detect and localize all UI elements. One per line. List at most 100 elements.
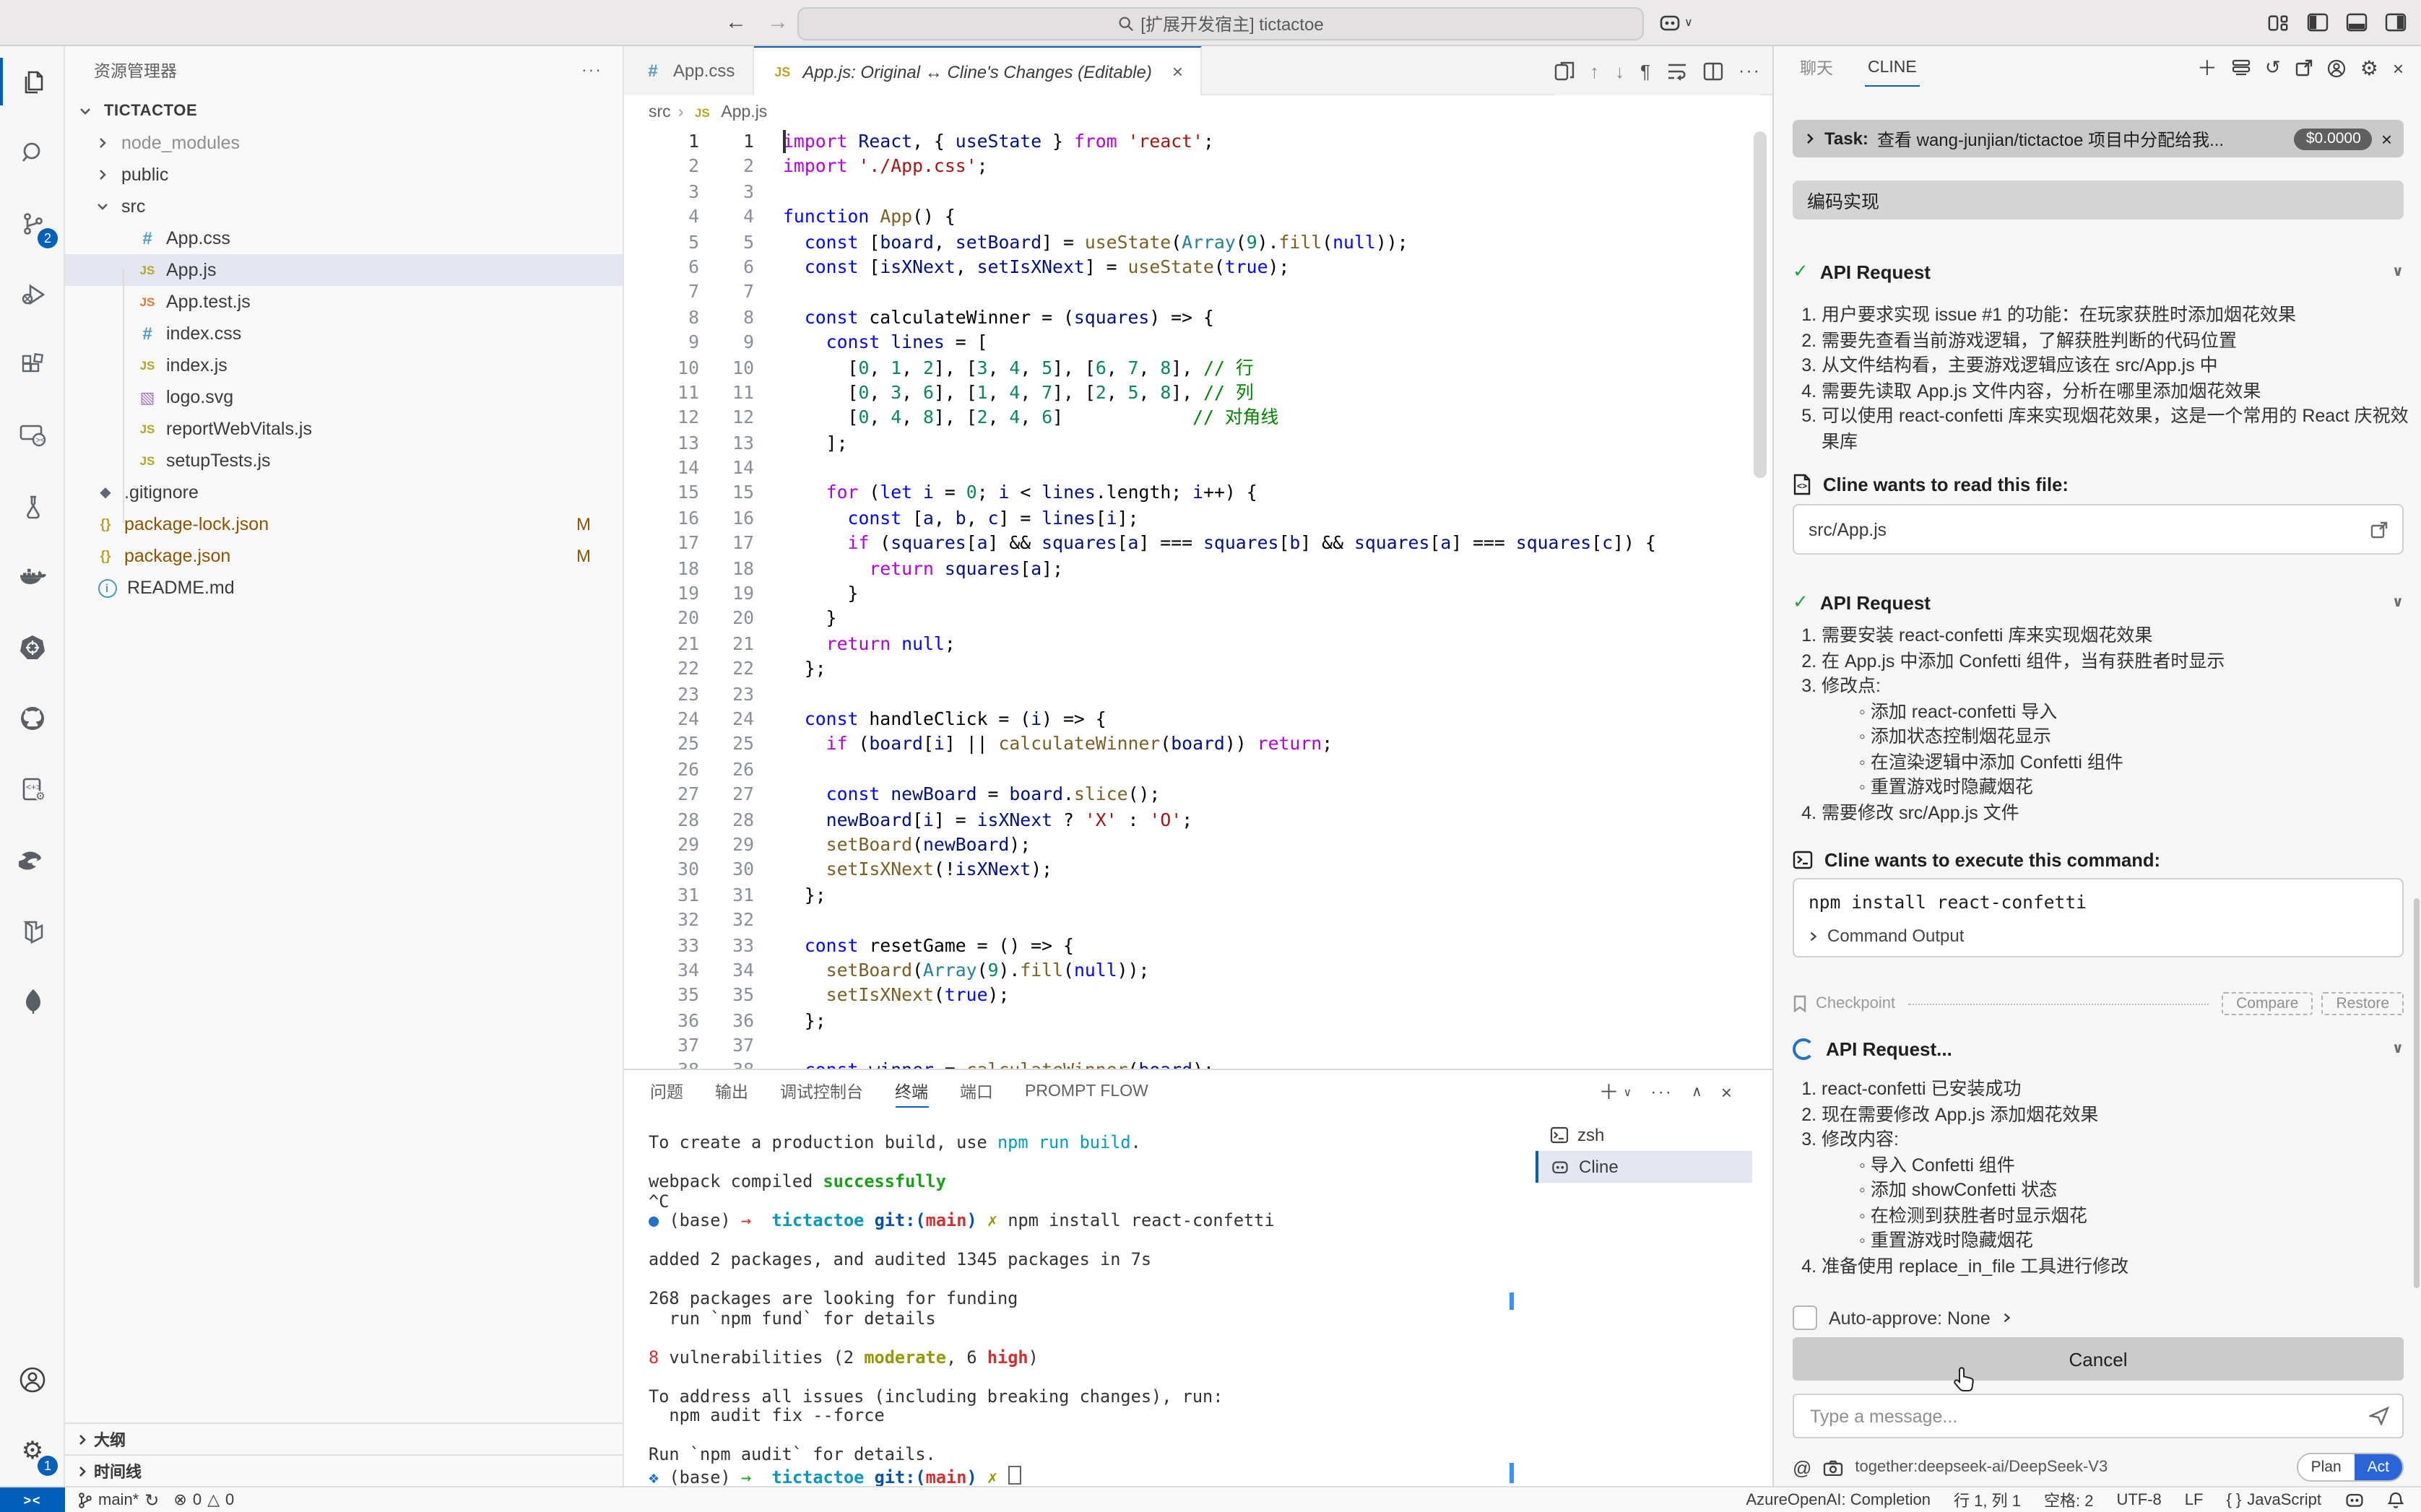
tree-root[interactable]: TICTACTOE: [65, 95, 623, 127]
cursor-position-item[interactable]: 行 1, 列 1: [1954, 1488, 2021, 1511]
tree-item-index-css[interactable]: #index.css: [65, 318, 623, 349]
prev-change-icon[interactable]: ↑: [1590, 60, 1599, 82]
code-line[interactable]: 2020 }: [624, 606, 1772, 631]
code-line[interactable]: 2626: [624, 757, 1772, 782]
code-settings-icon[interactable]: <+>⚙: [0, 754, 65, 825]
code-line[interactable]: 66 const [isXNext, setIsXNext] = useStat…: [624, 254, 1772, 279]
cline-settings-icon[interactable]: ⚙: [2360, 56, 2378, 80]
act-option[interactable]: Act: [2355, 1454, 2402, 1480]
code-line[interactable]: 3535 setIsXNext(true);: [624, 983, 1772, 1008]
code-line[interactable]: 3737: [624, 1033, 1772, 1058]
tree-item--gitignore[interactable]: ◆.gitignore: [65, 477, 623, 508]
extensions-icon[interactable]: [0, 329, 65, 400]
prompt-flow-icon[interactable]: [0, 895, 65, 966]
tab-cline[interactable]: CLINE: [1868, 59, 1917, 77]
terminal-instance-zsh[interactable]: zsh: [1536, 1119, 1752, 1151]
plan-option[interactable]: Plan: [2298, 1454, 2355, 1480]
code-line[interactable]: 1717 if (squares[a] && squares[a] === sq…: [624, 531, 1772, 556]
code-line[interactable]: 77: [624, 279, 1772, 305]
auto-approve-checkbox[interactable]: [1793, 1305, 1817, 1330]
api-request-2-header[interactable]: ✓ API Request ∨: [1793, 591, 2404, 614]
code-line[interactable]: 2929 setBoard(newBoard);: [624, 832, 1772, 857]
panel-tab-5[interactable]: PROMPT FLOW: [1025, 1070, 1148, 1113]
tree-item-app-js[interactable]: JSApp.js: [65, 254, 623, 286]
tab-chat[interactable]: 聊天: [1800, 56, 1833, 79]
tree-item-package-lock-json[interactable]: {}package-lock.jsonM: [65, 508, 623, 540]
tree-item-setuptests-js[interactable]: JSsetupTests.js: [65, 445, 623, 477]
code-line[interactable]: 44function App() {: [624, 204, 1772, 229]
toggle-sidebar-icon[interactable]: [2307, 13, 2329, 32]
code-line[interactable]: 33: [624, 179, 1772, 204]
panel-tab-2[interactable]: 调试控制台: [780, 1070, 863, 1113]
git-branch-item[interactable]: main* ↻: [78, 1490, 159, 1510]
panel-more-icon[interactable]: ···: [1650, 1082, 1673, 1102]
code-line[interactable]: 1414: [624, 455, 1772, 480]
remote-indicator[interactable]: ><: [0, 1487, 65, 1512]
code-line[interactable]: 3030 setIsXNext(!isXNext);: [624, 857, 1772, 882]
code-line[interactable]: 1818 return squares[a];: [624, 555, 1772, 581]
code-line[interactable]: 3838 const winner = calculateWinner(boar…: [624, 1058, 1772, 1069]
accounts-icon[interactable]: [0, 1344, 65, 1415]
mcp-servers-icon[interactable]: [2232, 59, 2251, 77]
code-line[interactable]: 3232: [624, 907, 1772, 932]
editor-more-icon[interactable]: ···: [1738, 61, 1761, 81]
terminal-instance-cline[interactable]: Cline: [1536, 1151, 1752, 1183]
code-line[interactable]: 2727 const newBoard = board.slice();: [624, 781, 1772, 807]
problems-item[interactable]: ⊗0 △0: [173, 1490, 234, 1509]
close-task-icon[interactable]: ×: [2381, 128, 2392, 149]
code-line[interactable]: 55 const [board, setBoard] = useState(Ar…: [624, 229, 1772, 254]
sonar-icon[interactable]: [0, 825, 65, 895]
source-control-icon[interactable]: 2: [0, 188, 65, 258]
tree-item-app-css[interactable]: #App.css: [65, 222, 623, 254]
close-cline-icon[interactable]: ×: [2393, 57, 2404, 79]
message-input-box[interactable]: [1793, 1394, 2404, 1438]
code-line[interactable]: 1616 const [a, b, c] = lines[i];: [624, 505, 1772, 531]
command-box[interactable]: npm install react-confetti Command Outpu…: [1793, 878, 2404, 957]
tree-item-package-json[interactable]: {}package.jsonM: [65, 540, 623, 572]
code-line[interactable]: 2222 };: [624, 656, 1772, 681]
timeline-section[interactable]: 时间线: [65, 1454, 623, 1486]
chevron-down-icon[interactable]: ∨: [2392, 1041, 2404, 1057]
api-request-3-header[interactable]: API Request... ∨: [1793, 1038, 2404, 1060]
chevron-down-icon[interactable]: ∨: [2392, 594, 2404, 610]
toggle-panel-icon[interactable]: [2346, 13, 2368, 32]
account-icon[interactable]: [2327, 58, 2346, 77]
copilot-menu[interactable]: ∨: [1658, 12, 1693, 33]
panel-tab-0[interactable]: 问题: [650, 1070, 683, 1113]
settings-gear-icon[interactable]: ⚙1: [0, 1415, 65, 1486]
api-request-1-header[interactable]: ✓ API Request ∨: [1793, 260, 2404, 283]
tree-item-reportwebvitals-js[interactable]: JSreportWebVitals.js: [65, 413, 623, 445]
command-output-toggle[interactable]: Command Output: [1809, 926, 2388, 946]
code-editor[interactable]: 11import React, { useState } from 'react…: [624, 129, 1772, 1069]
mongodb-icon[interactable]: [0, 966, 65, 1037]
toggle-secondary-sidebar-icon[interactable]: [2385, 13, 2407, 32]
wordwrap-icon[interactable]: [1666, 61, 1686, 80]
mention-icon[interactable]: @: [1793, 1456, 1811, 1478]
editor-scrollbar[interactable]: [1754, 131, 1767, 478]
open-in-editor-icon[interactable]: [2295, 59, 2313, 77]
code-line[interactable]: 3131 };: [624, 882, 1772, 907]
docker-icon[interactable]: [0, 542, 65, 612]
search-view-icon[interactable]: [0, 117, 65, 188]
send-icon[interactable]: [2369, 1407, 2389, 1425]
model-name[interactable]: together:deepseek-ai/DeepSeek-V3: [1855, 1459, 2108, 1476]
language-item[interactable]: { }JavaScript: [2226, 1491, 2321, 1508]
panel-tab-3[interactable]: 终端: [895, 1070, 928, 1113]
open-changes-icon[interactable]: [1554, 61, 1574, 81]
external-link-icon[interactable]: [2370, 521, 2388, 538]
cline-scrollbar[interactable]: [2414, 898, 2420, 1288]
copilot-status-icon[interactable]: [2344, 1490, 2365, 1509]
back-icon[interactable]: ←: [725, 10, 747, 35]
maximize-panel-icon[interactable]: ∧: [1692, 1084, 1702, 1100]
code-line[interactable]: 99 const lines = [: [624, 329, 1772, 355]
tab-app-js-diff[interactable]: JS App.js: Original ↔ Cline's Changes (E…: [753, 46, 1202, 95]
panel-tab-4[interactable]: 端口: [960, 1070, 993, 1113]
run-debug-icon[interactable]: [0, 258, 65, 329]
cancel-button[interactable]: Cancel: [1793, 1337, 2404, 1381]
whitespace-icon[interactable]: ¶: [1640, 60, 1650, 82]
code-line[interactable]: 22import './App.css';: [624, 154, 1772, 179]
tab-close-icon[interactable]: ×: [1172, 61, 1183, 82]
code-line[interactable]: 3434 setBoard(Array(9).fill(null));: [624, 957, 1772, 983]
code-line[interactable]: 2525 if (board[i] || calculateWinner(boa…: [624, 731, 1772, 757]
tree-item-logo-svg[interactable]: ▧logo.svg: [65, 381, 623, 413]
